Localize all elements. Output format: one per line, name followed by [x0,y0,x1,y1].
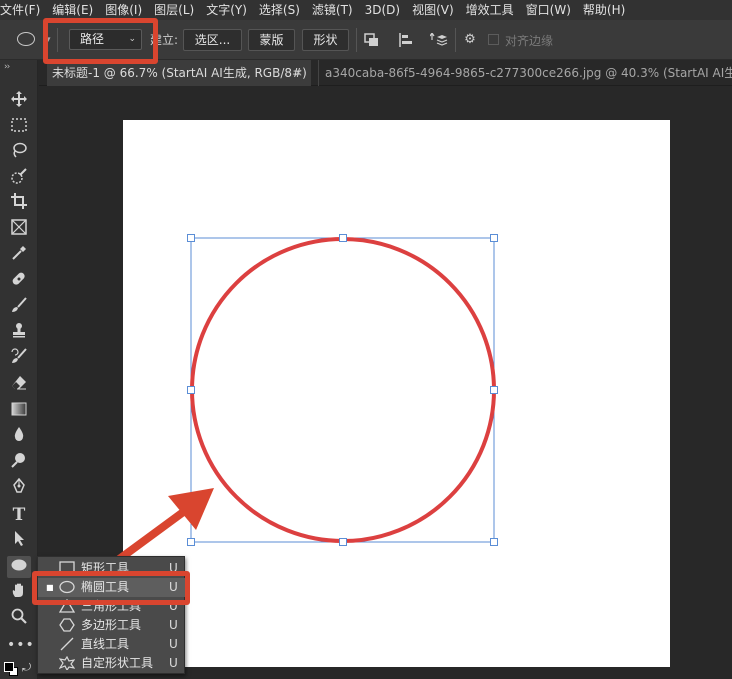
tab-jpg-document[interactable]: a340caba-86f5-4964-9865-c277300ce266.jpg… [318,60,732,86]
menu-file[interactable]: 文件(F) [0,0,46,20]
menu-image[interactable]: 图像(I) [99,0,148,20]
flyout-item-line[interactable]: 直线工具 U [38,635,186,654]
line-icon [59,637,75,652]
flyout-item-polygon[interactable]: 多边形工具 U [38,616,186,635]
make-mask-button[interactable]: 蒙版 [248,29,295,51]
options-divider [455,28,456,52]
tab-label: a340caba-86f5-4964-9865-c277300ce266.jpg… [325,66,732,80]
ellipse-tool-highlight-box [32,571,190,605]
mode-highlight-box [43,18,158,64]
healing-icon[interactable] [7,271,31,293]
close-icon[interactable]: × [294,60,303,86]
gradient-icon[interactable] [7,400,31,422]
more-icon[interactable]: ••• [7,634,34,656]
path-select-icon[interactable] [7,530,31,552]
polygon-icon [59,618,75,633]
lasso-icon[interactable] [7,142,31,164]
quick-select-icon[interactable] [7,168,31,190]
collapse-toolbar-icon[interactable]: ›› [4,62,10,72]
flyout-item-shortcut: U [169,637,178,651]
swap-colors-icon[interactable]: ⤾ [22,661,31,675]
eyedropper-icon[interactable] [7,245,31,267]
gear-icon[interactable]: ⚙ [462,33,478,47]
frame-icon[interactable] [7,219,31,241]
make-selection-button[interactable]: 选区... [183,29,242,51]
tab-label: 未标题-1 @ 66.7% (StartAI AI生成, RGB/8#) * [52,66,311,80]
menu-select[interactable]: 选择(S) [253,0,306,20]
flyout-item-shortcut: U [169,618,178,632]
menu-edit[interactable]: 编辑(E) [46,0,99,20]
menu-type[interactable]: 文字(Y) [200,0,253,20]
history-brush-icon[interactable] [7,348,31,370]
menu-3d[interactable]: 3D(D) [359,0,406,20]
pen-icon[interactable] [7,477,31,500]
zoom-icon[interactable] [7,608,31,630]
menu-filter[interactable]: 滤镜(T) [306,0,359,20]
flyout-item-label: 多边形工具 [81,618,142,632]
document-canvas[interactable] [123,120,670,667]
hand-icon[interactable] [7,582,31,604]
stamp-icon[interactable] [7,322,31,344]
menu-view[interactable]: 视图(V) [406,0,460,20]
foreground-color-swatch[interactable] [4,662,14,672]
ellipse-icon[interactable] [7,556,31,578]
make-shape-button[interactable]: 形状 [302,29,349,51]
align-edges-label: 对齐边缘 [505,34,554,48]
blur-icon[interactable] [7,426,31,448]
brush-icon[interactable] [7,297,31,319]
dodge-icon[interactable] [7,452,31,474]
ellipse-icon[interactable] [17,32,35,46]
custom-shape-icon [58,655,76,672]
crop-icon[interactable] [7,193,31,215]
marquee-icon[interactable] [7,116,31,138]
path-arrangement-icon[interactable] [429,31,448,47]
path-operations-icon[interactable] [364,33,380,47]
path-alignment-icon[interactable] [398,33,414,47]
flyout-item-label: 直线工具 [81,637,130,651]
menu-plugins[interactable]: 增效工具 [460,0,520,20]
flyout-item-custom-shape[interactable]: 自定形状工具 U [38,654,186,673]
eraser-icon[interactable] [7,374,31,396]
move-icon[interactable] [7,91,31,113]
flyout-item-label: 自定形状工具 [81,656,154,670]
align-edges-checkbox[interactable] [488,34,499,45]
flyout-item-shortcut: U [169,656,178,670]
menu-bar: 文件(F) 编辑(E) 图像(I) 图层(L) 文字(Y) 选择(S) 滤镜(T… [0,0,732,20]
type-icon[interactable]: T [7,504,31,526]
menu-layer[interactable]: 图层(L) [148,0,200,20]
menu-help[interactable]: 帮助(H) [577,0,631,20]
options-divider [356,28,357,52]
menu-window[interactable]: 窗口(W) [520,0,577,20]
